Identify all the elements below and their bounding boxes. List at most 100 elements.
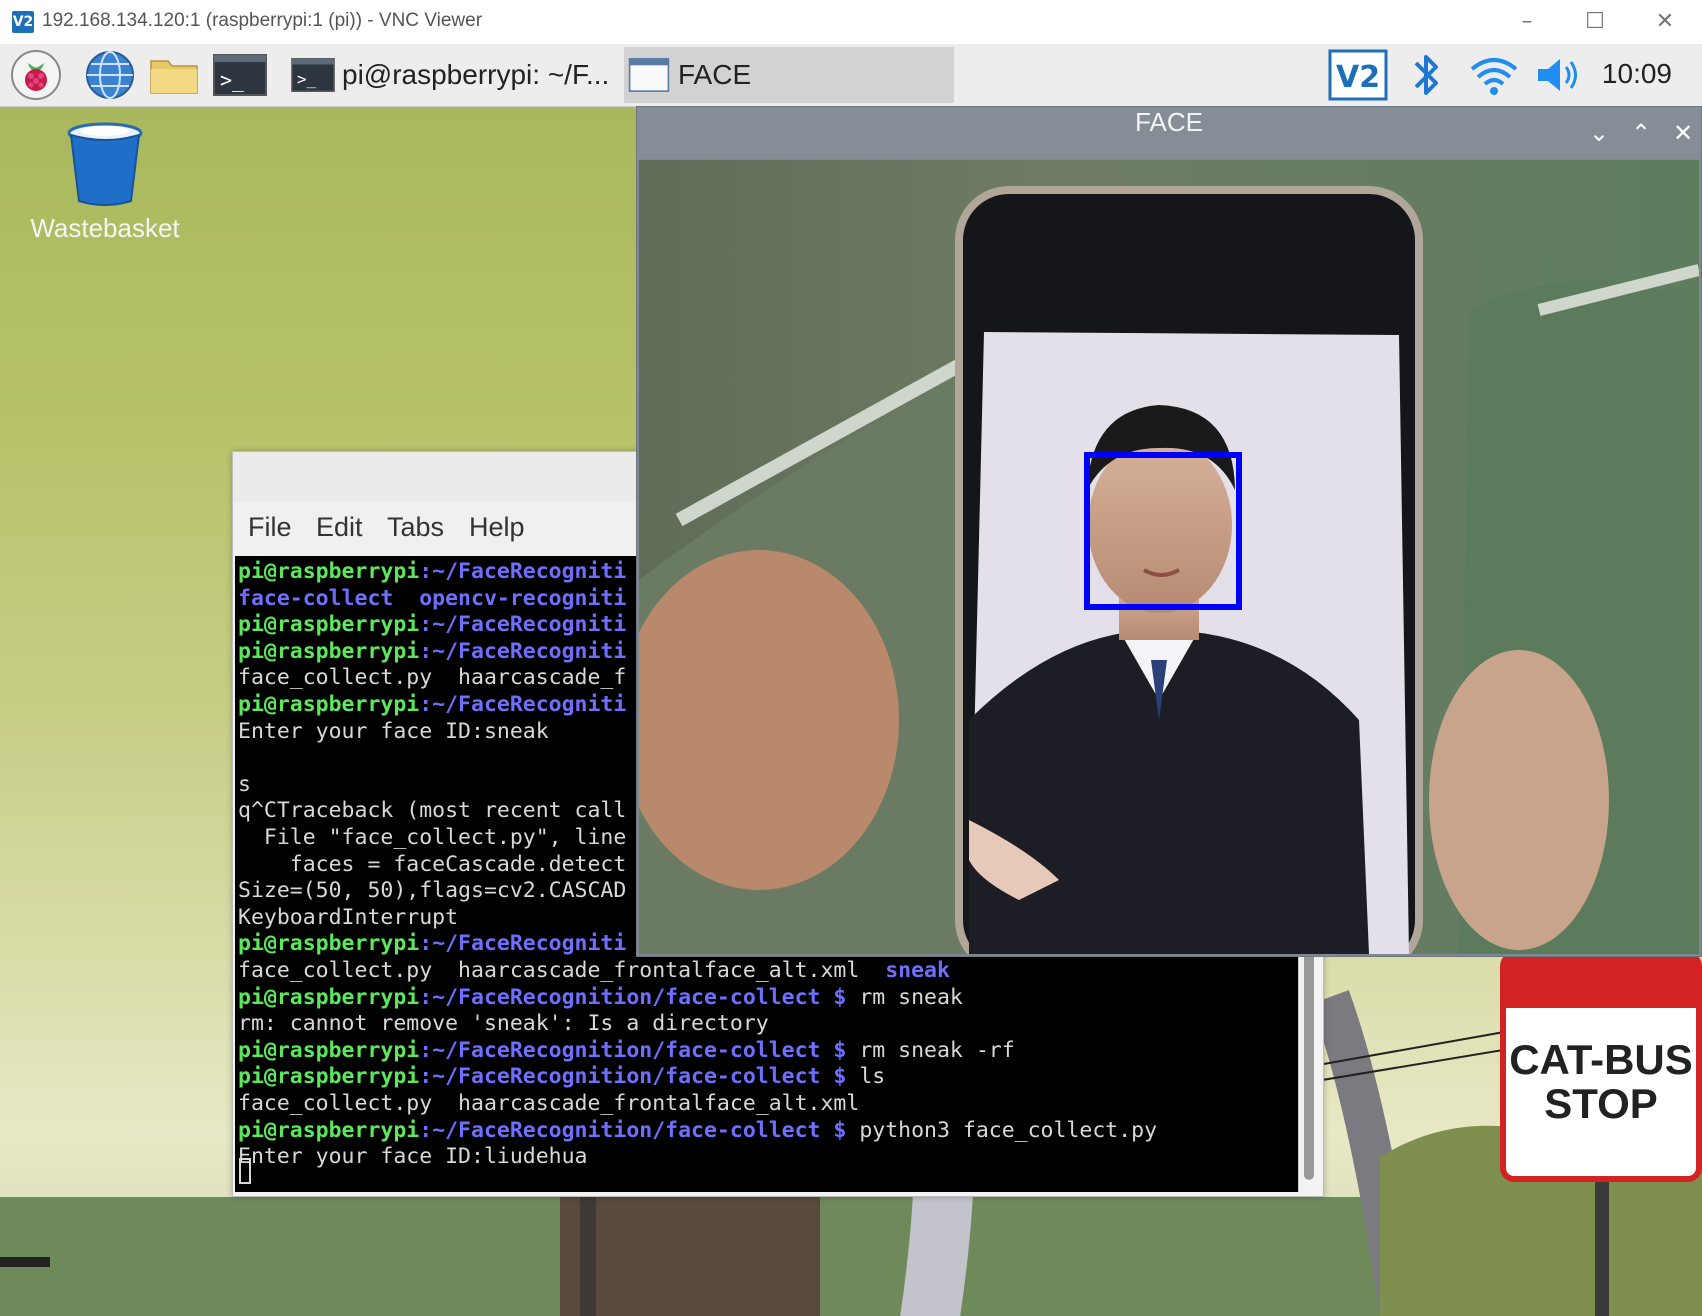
output-text: Enter your face ID:sneak xyxy=(238,718,549,744)
prompt-user: pi@raspberrypi xyxy=(238,559,420,584)
web-browser-icon[interactable] xyxy=(84,49,136,101)
terminal-line: pi@raspberrypi:~/FaceRecognition/face-co… xyxy=(238,1118,1157,1144)
face-window-title: FACE xyxy=(1135,107,1203,137)
taskbar-item-label: pi@raspberrypi: ~/F... xyxy=(342,59,610,90)
output-text: Enter your face ID:liudehua xyxy=(238,1144,588,1170)
menu-edit[interactable]: Edit xyxy=(316,512,363,543)
terminal-line: Enter your face ID:liudehua xyxy=(238,1144,588,1170)
face-window[interactable]: FACE ⌄ ⌃ ✕ xyxy=(636,106,1702,957)
output-text: KeyboardInterrupt xyxy=(238,904,459,930)
taskbar-item-face[interactable]: FACE xyxy=(624,47,954,103)
bluetooth-icon[interactable] xyxy=(1404,49,1448,101)
file-manager-icon[interactable] xyxy=(148,49,200,101)
prompt-command: ls xyxy=(846,1064,886,1090)
prompt-command: rm sneak xyxy=(846,984,963,1010)
terminal-line: pi@raspberrypi:~/FaceRecogniti xyxy=(238,931,626,957)
prompt-user: pi@raspberrypi xyxy=(238,692,420,717)
window-icon xyxy=(628,58,670,92)
menu-help[interactable]: Help xyxy=(469,512,525,543)
prompt-path: :~/FaceRecogniti xyxy=(419,692,627,717)
output-text: Size=(50, 50),flags=cv2.CASCAD xyxy=(238,878,627,904)
terminal-line: q^CTraceback (most recent call xyxy=(238,798,626,824)
output-text: face_collect.py haarcascade_frontalface_… xyxy=(238,1091,860,1116)
menu-file[interactable]: File xyxy=(248,512,292,543)
terminal-line: pi@raspberrypi:~/FaceRecognition/face-co… xyxy=(238,1064,885,1090)
sign-line-1: CAT-BUS xyxy=(1509,1036,1693,1083)
terminal-line: pi@raspberrypi:~/FaceRecognition/face-co… xyxy=(238,985,963,1011)
maximize-button[interactable]: ☐ xyxy=(1570,6,1620,38)
chevron-down-icon[interactable]: ⌄ xyxy=(1581,115,1617,151)
prompt-user: pi@raspberrypi xyxy=(238,931,420,957)
svg-text:>_: >_ xyxy=(297,70,317,89)
output-text: face_collect.py haarcascade_f xyxy=(238,665,627,691)
terminal-line: pi@raspberrypi:~/FaceRecogniti xyxy=(238,692,626,718)
prompt-path: :~/FaceRecogniti xyxy=(419,612,627,638)
prompt-user: pi@raspberrypi xyxy=(238,638,420,664)
output-text: faces = faceCascade.detect xyxy=(238,851,627,877)
wastebasket-label: Wastebasket xyxy=(30,213,180,243)
minimize-button[interactable]: – xyxy=(1502,6,1552,38)
menu-tabs[interactable]: Tabs xyxy=(387,512,444,543)
directory-name: sneak xyxy=(885,958,950,983)
vnc-logo-icon: V2 xyxy=(12,11,34,33)
prompt-command: python3 face_collect.py xyxy=(846,1117,1158,1143)
prompt-path: :~/FaceRecogniti xyxy=(419,931,627,957)
terminal-icon[interactable]: >_ xyxy=(212,49,268,101)
output-text: File "face_collect.py", line xyxy=(238,825,627,850)
wifi-icon[interactable] xyxy=(1468,49,1520,101)
taskbar-item-label: FACE xyxy=(678,59,752,90)
terminal-line: pi@raspberrypi:~/FaceRecogniti xyxy=(238,639,626,665)
terminal-line: File "face_collect.py", line xyxy=(238,825,626,851)
prompt-path: :~/FaceRecognition/face-collect $ xyxy=(419,1064,847,1090)
prompt-user: pi@raspberrypi xyxy=(238,612,420,638)
prompt-path: :~/FaceRecognition/face-collect $ xyxy=(419,984,847,1010)
directory-listing: face-collect opencv-recogniti xyxy=(238,585,627,611)
terminal-line: s xyxy=(238,772,251,798)
wastebasket-desktop-item[interactable]: Wastebasket xyxy=(20,119,190,244)
prompt-command: rm sneak -rf xyxy=(846,1037,1015,1063)
bus-stop-sign: CAT-BUS STOP xyxy=(1500,952,1702,1182)
prompt-path: :~/FaceRecogniti xyxy=(419,559,627,584)
terminal-line: face_collect.py haarcascade_f xyxy=(238,665,626,691)
output-text: s xyxy=(238,771,251,797)
prompt-user: pi@raspberrypi xyxy=(238,1037,420,1063)
svg-text:>_: >_ xyxy=(220,68,245,92)
prompt-user: pi@raspberrypi xyxy=(238,1064,420,1090)
chevron-up-icon[interactable]: ⌃ xyxy=(1623,115,1659,151)
terminal-line: face_collect.py haarcascade_frontalface_… xyxy=(238,1091,859,1117)
face-title-bar: FACE ⌄ ⌃ ✕ xyxy=(637,107,1701,159)
clock: 10:09 xyxy=(1601,58,1672,89)
vnc-title-bar: V2 192.168.134.120:1 (raspberrypi:1 (pi)… xyxy=(0,0,1702,45)
terminal-line: Size=(50, 50),flags=cv2.CASCAD xyxy=(238,878,626,904)
taskbar: >_ >_ pi@raspberrypi: ~/F... FACE V2 10:… xyxy=(0,44,1702,107)
wastebasket-icon xyxy=(67,122,143,206)
camera-feed xyxy=(639,160,1699,954)
terminal-icon: >_ xyxy=(291,58,335,92)
terminal-line: KeyboardInterrupt xyxy=(238,905,458,931)
camera-frame-image xyxy=(639,160,1699,954)
sign-pole xyxy=(1595,1182,1609,1316)
vnc-window-title: 192.168.134.120:1 (raspberrypi:1 (pi)) -… xyxy=(42,10,483,31)
terminal-line: face-collect opencv-recogniti xyxy=(238,586,626,612)
terminal-cursor xyxy=(239,1158,251,1184)
prompt-path: :~/FaceRecognition/face-collect $ xyxy=(419,1117,847,1143)
raspberry-menu-icon[interactable] xyxy=(10,49,62,101)
close-icon[interactable]: ✕ xyxy=(1665,115,1701,151)
terminal-line: faces = faceCascade.detect xyxy=(238,851,627,878)
prompt-path: :~/FaceRecogniti xyxy=(419,638,627,664)
taskbar-item-terminal[interactable]: >_ pi@raspberrypi: ~/F... xyxy=(288,47,624,103)
prompt-user: pi@raspberrypi xyxy=(238,1117,420,1143)
output-text: q^CTraceback (most recent call xyxy=(238,798,627,824)
terminal-line: pi@raspberrypi:~/FaceRecogniti xyxy=(238,612,626,638)
volume-icon[interactable] xyxy=(1534,49,1586,101)
vnc-server-icon[interactable]: V2 xyxy=(1328,49,1388,101)
close-button[interactable]: ✕ xyxy=(1640,6,1690,38)
sign-line-2: STOP xyxy=(1544,1080,1658,1127)
terminal-line: Enter your face ID:sneak xyxy=(238,719,549,745)
terminal-line: pi@raspberrypi:~/FaceRecogniti xyxy=(238,559,626,585)
terminal-line: rm: cannot remove 'sneak': Is a director… xyxy=(238,1011,769,1037)
prompt-path: :~/FaceRecognition/face-collect $ xyxy=(419,1037,847,1063)
prompt-user: pi@raspberrypi xyxy=(238,984,420,1010)
terminal-line: pi@raspberrypi:~/FaceRecognition/face-co… xyxy=(238,1038,1015,1064)
file-listing: face_collect.py haarcascade_frontalface_… xyxy=(238,958,886,983)
